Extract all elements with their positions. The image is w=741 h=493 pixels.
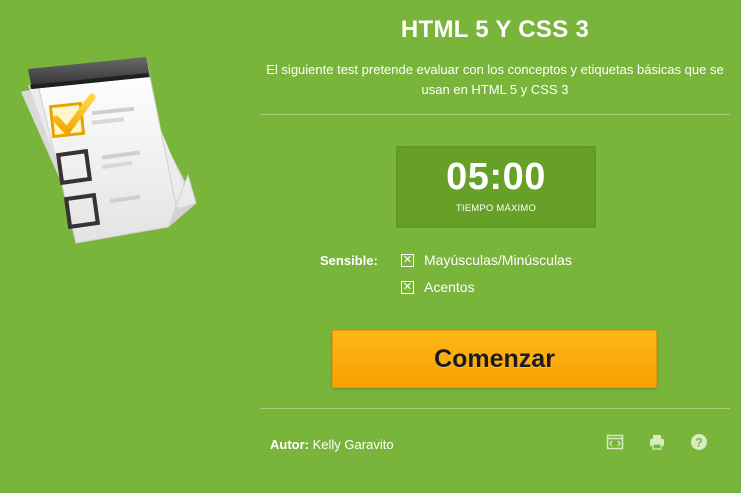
accents-label: Acentos [424, 279, 475, 295]
sensitivity-label: Sensible: [320, 253, 378, 268]
test-description: El siguiente test pretende evaluar con l… [266, 62, 724, 97]
accents-checkbox[interactable]: ✕ [401, 280, 414, 294]
case-sensitive-checkbox[interactable]: ✕ [401, 253, 414, 267]
start-button[interactable]: Comenzar [332, 330, 657, 388]
timer-panel: 05:00 TIEMPO MÁXIMO [396, 146, 596, 228]
author-info: Autor: Kelly Garavito [270, 437, 394, 452]
divider-top [260, 114, 730, 115]
option-case-sensitive[interactable]: ✕ Mayúsculas/Minúsculas [401, 252, 572, 268]
timer-value: 05:00 [446, 156, 546, 198]
case-sensitive-label: Mayúsculas/Minúsculas [424, 252, 572, 268]
checklist-illustration-icon [20, 57, 197, 244]
page-title: HTML 5 Y CSS 3 [400, 16, 590, 43]
embed-icon[interactable] [606, 433, 624, 451]
svg-text:?: ? [695, 436, 702, 450]
help-icon[interactable]: ? [690, 433, 708, 451]
print-icon[interactable] [648, 433, 666, 451]
option-accents[interactable]: ✕ Acentos [401, 279, 475, 295]
author-name: Kelly Garavito [312, 437, 394, 452]
divider-bottom [260, 408, 730, 409]
timer-caption: TIEMPO MÁXIMO [455, 203, 537, 214]
author-label: Autor: [270, 437, 309, 452]
